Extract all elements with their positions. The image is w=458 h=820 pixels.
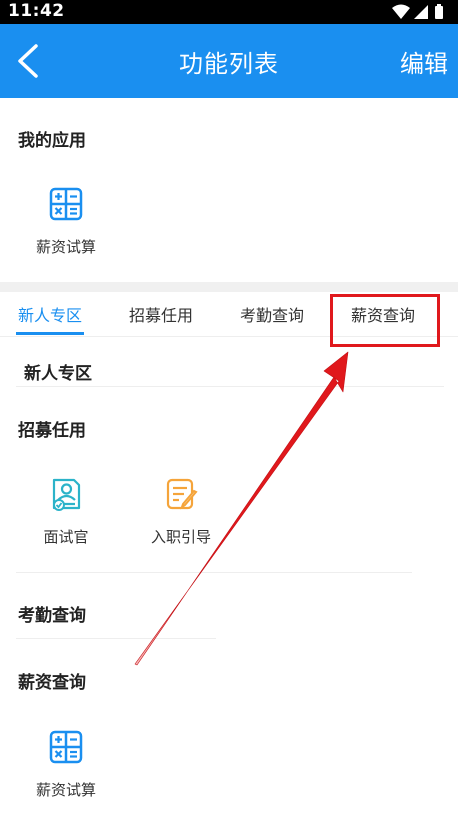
app-item-label: 薪资试算 [35, 781, 96, 799]
section-title-salary: 薪资查询 [18, 673, 86, 693]
app-item-label: 入职引导 [150, 528, 211, 546]
status-time: 11:42 [8, 1, 65, 21]
status-bar: 11:42 [0, 0, 458, 24]
interviewer-icon [52, 478, 81, 511]
highlight-box-annotation [330, 294, 440, 347]
system-status-icons [392, 4, 443, 19]
section-separator [0, 282, 458, 292]
app-item-salary-calculator[interactable]: 薪资试算 [16, 729, 116, 800]
section-title-recruitment: 招募任用 [18, 421, 86, 441]
tab-newcomer-zone[interactable]: 新人专区 [18, 302, 82, 326]
signal-icon [414, 5, 428, 19]
divider [16, 638, 216, 639]
onboarding-guide-icon [166, 478, 198, 510]
app-item-interviewer[interactable]: 面试官 [16, 476, 116, 547]
app-item-onboarding-guide[interactable]: 入职引导 [131, 476, 231, 547]
active-tab-indicator [16, 332, 84, 335]
section-title-attendance: 考勤查询 [18, 606, 86, 626]
section-title-newcomer: 新人专区 [24, 364, 92, 384]
calculator-icon [49, 730, 83, 764]
app-item-label: 面试官 [43, 528, 89, 546]
red-arrow-annotation [134, 351, 349, 666]
tab-attendance-query[interactable]: 考勤查询 [240, 302, 304, 326]
page-title: 功能列表 [179, 50, 279, 78]
divider [16, 572, 412, 573]
wifi-icon [392, 4, 410, 19]
calculator-icon [49, 187, 83, 221]
app-bar: 功能列表 编辑 [0, 24, 458, 98]
app-item-label: 薪资试算 [35, 238, 96, 256]
divider [16, 386, 444, 387]
battery-icon [435, 4, 443, 19]
tab-recruitment[interactable]: 招募任用 [129, 302, 193, 326]
my-apps-title: 我的应用 [18, 131, 86, 151]
edit-button[interactable]: 编辑 [400, 44, 448, 79]
my-app-salary-calculator[interactable]: 薪资试算 [16, 186, 116, 257]
